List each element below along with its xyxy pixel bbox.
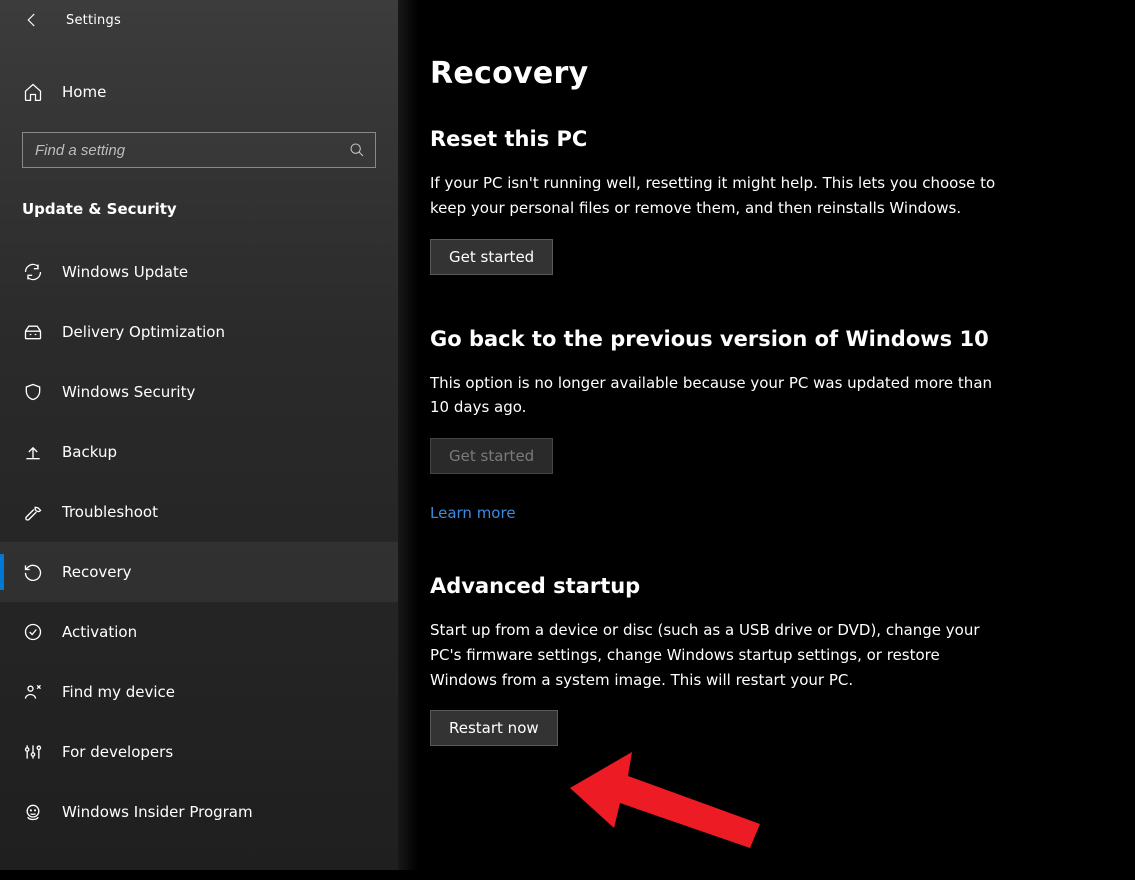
sidebar-item-find-my-device[interactable]: Find my device <box>0 662 398 722</box>
button-label: Get started <box>449 248 534 266</box>
home-icon <box>22 82 44 102</box>
button-label: Restart now <box>449 719 539 737</box>
sidebar-item-label: Delivery Optimization <box>62 323 225 341</box>
section-reset-pc: Reset this PC If your PC isn't running w… <box>430 127 1010 275</box>
search-icon <box>349 142 367 158</box>
sidebar-item-backup[interactable]: Backup <box>0 422 398 482</box>
advanced-description: Start up from a device or disc (such as … <box>430 618 1010 692</box>
sidebar-item-label: Find my device <box>62 683 175 701</box>
search-box[interactable] <box>22 132 376 168</box>
sidebar-item-label: Windows Update <box>62 263 188 281</box>
check-circle-icon <box>22 622 44 642</box>
arrow-left-icon <box>23 11 41 29</box>
sidebar-item-label: Backup <box>62 443 117 461</box>
reset-description: If your PC isn't running well, resetting… <box>430 171 1010 221</box>
home-label: Home <box>62 83 106 101</box>
sidebar-item-label: Troubleshoot <box>62 503 158 521</box>
sidebar-item-label: Windows Security <box>62 383 195 401</box>
shield-icon <box>22 382 44 402</box>
window-title: Settings <box>66 13 121 28</box>
section-go-back: Go back to the previous version of Windo… <box>430 327 1010 523</box>
sidebar-item-label: For developers <box>62 743 173 761</box>
sidebar-item-label: Activation <box>62 623 137 641</box>
sidebar-home[interactable]: Home <box>0 70 398 114</box>
delivery-icon <box>22 322 44 342</box>
sidebar-item-troubleshoot[interactable]: Troubleshoot <box>0 482 398 542</box>
wrench-icon <box>22 502 44 522</box>
sidebar-category: Update & Security <box>0 200 398 218</box>
find-device-icon <box>22 682 44 702</box>
sidebar-item-activation[interactable]: Activation <box>0 602 398 662</box>
section-advanced-startup: Advanced startup Start up from a device … <box>430 574 1010 746</box>
search-input[interactable] <box>35 142 349 159</box>
get-started-reset-button[interactable]: Get started <box>430 239 553 275</box>
main-content: Recovery Reset this PC If your PC isn't … <box>398 0 1135 870</box>
sidebar-nav: Windows Update Delivery Optimization Win… <box>0 242 398 842</box>
sidebar-item-for-developers[interactable]: For developers <box>0 722 398 782</box>
get-started-goback-button: Get started <box>430 438 553 474</box>
page-title: Recovery <box>430 56 1105 91</box>
recovery-icon <box>22 562 44 582</box>
sidebar-item-windows-security[interactable]: Windows Security <box>0 362 398 422</box>
learn-more-link[interactable]: Learn more <box>430 504 516 522</box>
sliders-icon <box>22 742 44 762</box>
sync-icon <box>22 262 44 282</box>
advanced-heading: Advanced startup <box>430 574 1010 598</box>
sidebar: Settings Home Update & Security Wind <box>0 0 398 870</box>
restart-now-button[interactable]: Restart now <box>430 710 558 746</box>
insider-icon <box>22 802 44 822</box>
sidebar-item-recovery[interactable]: Recovery <box>0 542 398 602</box>
backup-icon <box>22 442 44 462</box>
button-label: Get started <box>449 447 534 465</box>
sidebar-item-label: Windows Insider Program <box>62 803 253 821</box>
sidebar-item-windows-update[interactable]: Windows Update <box>0 242 398 302</box>
titlebar: Settings <box>0 0 398 40</box>
sidebar-item-delivery-optimization[interactable]: Delivery Optimization <box>0 302 398 362</box>
goback-heading: Go back to the previous version of Windo… <box>430 327 1010 351</box>
sidebar-item-windows-insider-program[interactable]: Windows Insider Program <box>0 782 398 842</box>
back-button[interactable] <box>20 8 44 32</box>
goback-description: This option is no longer available becau… <box>430 371 1010 421</box>
reset-heading: Reset this PC <box>430 127 1010 151</box>
sidebar-item-label: Recovery <box>62 563 132 581</box>
